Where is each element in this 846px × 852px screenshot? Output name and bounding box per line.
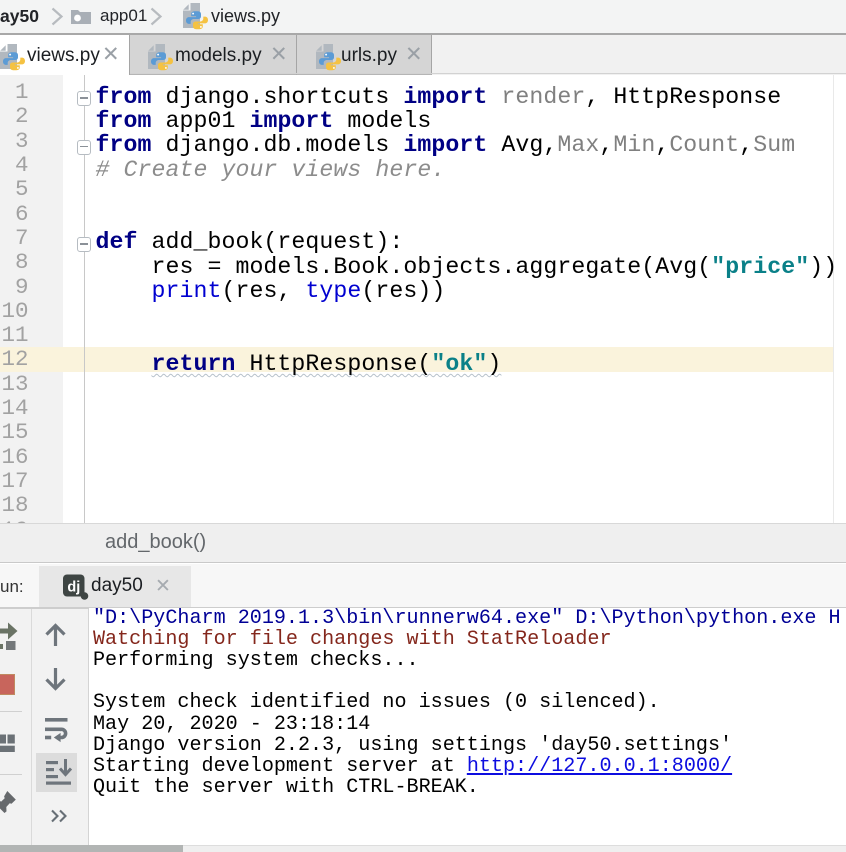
- svg-text:dj: dj: [67, 580, 80, 596]
